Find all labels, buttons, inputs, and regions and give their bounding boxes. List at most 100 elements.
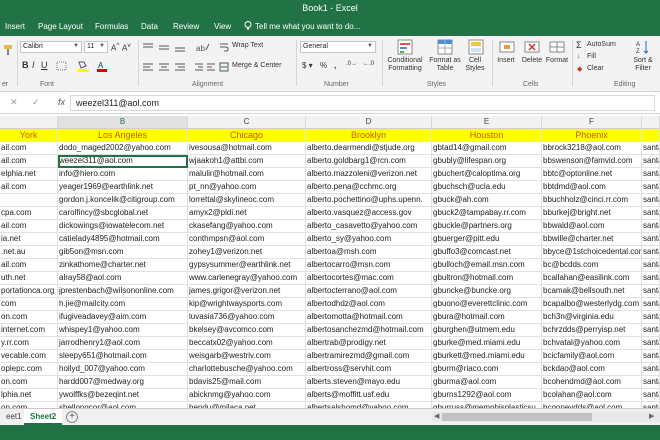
currency-icon[interactable]: $ ▾ — [302, 61, 313, 70]
table-cell[interactable]: internet.com — [0, 324, 58, 337]
table-cell[interactable]: hollyd_007@yahoo.com — [58, 363, 188, 376]
table-cell[interactable]: ia.net — [0, 233, 58, 246]
formula-input[interactable]: weezel311@aol.com — [70, 95, 655, 111]
table-cell[interactable]: albertodhdz@aol.com — [306, 298, 432, 311]
table-cell[interactable]: ail.com — [0, 181, 58, 194]
table-cell[interactable]: gypsysummer@earthlink.net — [188, 259, 306, 272]
table-cell[interactable]: gbultron@hotmail.com — [432, 272, 542, 285]
table-cell[interactable]: gburma@aol.com — [432, 376, 542, 389]
table-cell[interactable]: gbuchert@caloptima.org — [432, 168, 542, 181]
column-header-c[interactable]: C — [188, 116, 306, 129]
table-cell[interactable]: h.jie@mailcity.com — [58, 298, 188, 311]
table-cell[interactable]: bbtc@optonline.net — [542, 168, 642, 181]
table-cell[interactable]: santa — [642, 142, 660, 155]
table-cell[interactable]: alberto_casavetto@yahoo.com — [306, 220, 432, 233]
percent-icon[interactable]: % — [320, 61, 327, 70]
table-cell[interactable]: ail.com — [0, 142, 58, 155]
scroll-left-icon[interactable]: ◀ — [434, 412, 439, 420]
tab-view[interactable]: View — [214, 22, 231, 31]
table-cell[interactable]: alberts@moffitt.usf.edu — [306, 389, 432, 402]
tab-review[interactable]: Review — [173, 22, 199, 31]
table-cell[interactable]: ail.com — [0, 259, 58, 272]
table-cell[interactable]: bch3n@virginia.edu — [542, 311, 642, 324]
table-cell[interactable]: ifugiveadavey@aim.com — [58, 311, 188, 324]
table-cell[interactable]: bbyce@1stchoicedental.com — [542, 246, 642, 259]
table-cell[interactable]: santa — [642, 246, 660, 259]
table-cell[interactable]: abicknmg@yahoo.com — [188, 389, 306, 402]
table-cell[interactable]: y.rr.com — [0, 337, 58, 350]
table-cell[interactable]: santa — [642, 350, 660, 363]
table-cell[interactable]: albertross@servhit.com — [306, 363, 432, 376]
table-cell[interactable]: gbuchsch@ucla.edu — [432, 181, 542, 194]
table-cell[interactable]: hardd007@medway.org — [58, 376, 188, 389]
table-cell[interactable]: alberto.pochettino@uphs.upenn. — [306, 194, 432, 207]
tab-data[interactable]: Data — [141, 22, 158, 31]
table-cell[interactable]: santa — [642, 220, 660, 233]
table-cell[interactable]: gbuerger@pitt.edu — [432, 233, 542, 246]
table-cell[interactable]: bcohendmd@aol.com — [542, 376, 642, 389]
table-cell[interactable]: alberto.pena@cchmc.org — [306, 181, 432, 194]
table-cell[interactable]: conthmpsn@aol.com — [188, 233, 306, 246]
header-cell[interactable]: York — [0, 129, 58, 142]
table-cell[interactable]: gburghen@utmem.edu — [432, 324, 542, 337]
table-cell[interactable]: alberts.steven@mayo.edu — [306, 376, 432, 389]
format-as-table-button[interactable]: Format as Table — [426, 57, 464, 73]
table-cell[interactable]: santa — [642, 376, 660, 389]
table-cell[interactable]: bckdao@aol.com — [542, 363, 642, 376]
table-cell[interactable]: bbswenson@famvid.com — [542, 155, 642, 168]
table-cell[interactable]: gbuck@ah.com — [432, 194, 542, 207]
table-cell[interactable]: santa — [642, 194, 660, 207]
header-cell[interactable]: Houston — [432, 129, 542, 142]
table-cell[interactable]: ail.com — [0, 155, 58, 168]
table-cell[interactable]: bbwille@charter.net — [542, 233, 642, 246]
table-cell[interactable]: weisgarb@westriv.com — [188, 350, 306, 363]
table-cell[interactable]: gburke@med.miami.edu — [432, 337, 542, 350]
table-cell[interactable]: beccatx02@yahoo.com — [188, 337, 306, 350]
tell-me-search[interactable]: Tell me what you want to do... — [244, 21, 360, 31]
table-cell[interactable]: zinkathome@charter.net — [58, 259, 188, 272]
table-cell[interactable]: santa — [642, 168, 660, 181]
table-cell[interactable]: albertocarro@msn.com — [306, 259, 432, 272]
table-cell[interactable]: alray58@aol.com — [58, 272, 188, 285]
horizontal-scrollbar[interactable]: ◀ ▶ — [432, 412, 660, 422]
table-cell[interactable]: santa — [642, 233, 660, 246]
table-cell[interactable]: pt_nn@yahoo.com — [188, 181, 306, 194]
table-cell[interactable]: bburkej@bright.net — [542, 207, 642, 220]
header-cell[interactable]: Phoenix — [542, 129, 642, 142]
column-header-f[interactable]: F — [542, 116, 642, 129]
borders-icon[interactable] — [56, 61, 68, 71]
table-cell[interactable]: gbuckle@partners.org — [432, 220, 542, 233]
table-cell[interactable]: ail.com — [0, 220, 58, 233]
table-cell[interactable]: albertrab@prodigy.net — [306, 337, 432, 350]
tab-page-layout[interactable]: Page Layout — [38, 22, 83, 31]
table-cell[interactable]: albertocortes@mac.com — [306, 272, 432, 285]
table-cell[interactable]: .net.au — [0, 246, 58, 259]
table-cell[interactable]: whispey1@yahoo.com — [58, 324, 188, 337]
sort-filter-button[interactable]: Sort & Filter — [628, 57, 658, 73]
table-cell[interactable]: santa — [642, 298, 660, 311]
enter-icon[interactable]: ✓ — [32, 97, 40, 108]
table-cell[interactable]: james.grigor@verizon.net — [188, 285, 306, 298]
table-cell[interactable]: gordon.j.koncelik@citigroup.com — [58, 194, 188, 207]
insert-cells-button[interactable]: Insert — [494, 57, 518, 65]
table-cell[interactable]: zohey1@verizon.net — [188, 246, 306, 259]
cancel-icon[interactable]: ✕ — [10, 97, 18, 108]
delete-cells-button[interactable]: Delete — [519, 57, 545, 65]
indent-icons[interactable] — [194, 62, 216, 72]
table-cell[interactable]: ywolffks@bezeqint.net — [58, 389, 188, 402]
column-header-partial[interactable] — [642, 116, 660, 129]
table-cell[interactable]: bcolahan@aol.com — [542, 389, 642, 402]
underline-icon[interactable]: U — [41, 60, 48, 70]
table-cell[interactable]: carolfincy@sbcglobal.net — [58, 207, 188, 220]
table-cell[interactable]: santa — [642, 272, 660, 285]
table-cell[interactable]: santa — [642, 311, 660, 324]
table-cell[interactable]: dickowings@iowatelecom.net — [58, 220, 188, 233]
tab-formulas[interactable]: Formulas — [95, 22, 128, 31]
add-sheet-button[interactable]: + — [66, 411, 78, 423]
number-format-combo[interactable]: General ▼ — [300, 41, 376, 53]
table-cell[interactable]: gbura@hotmail.com — [432, 311, 542, 324]
scroll-right-icon[interactable]: ▶ — [649, 412, 654, 420]
table-cell[interactable]: yeager1969@earthlink.net — [58, 181, 188, 194]
table-cell[interactable]: ckasefang@yahoo.com — [188, 220, 306, 233]
table-cell[interactable]: gbuck2@tampabay.rr.com — [432, 207, 542, 220]
